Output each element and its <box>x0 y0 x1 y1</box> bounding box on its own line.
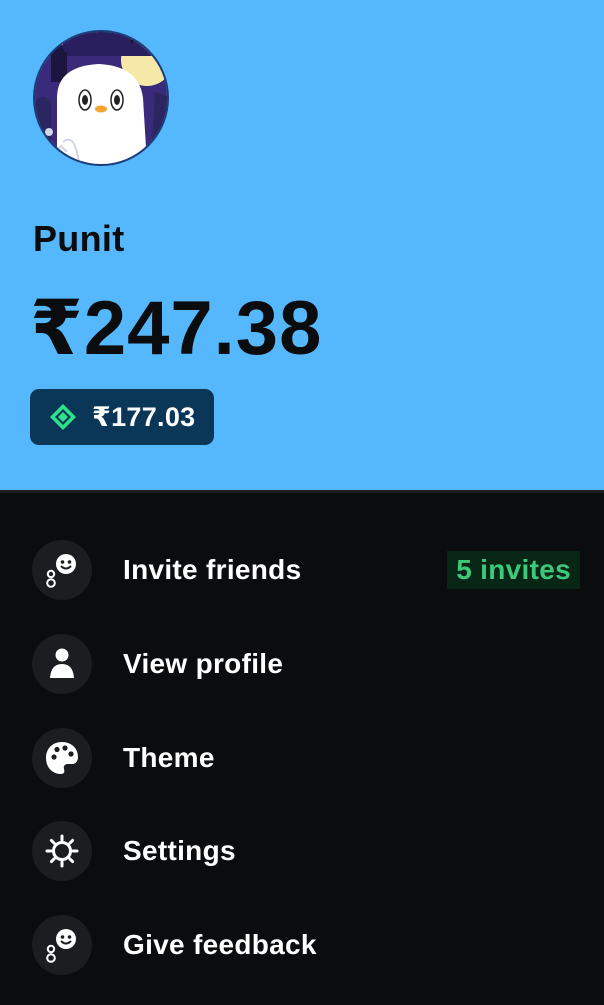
gear-icon <box>32 821 92 881</box>
menu-item-view-profile[interactable]: View profile <box>0 626 604 702</box>
menu-item-label: Give feedback <box>123 929 317 960</box>
wallet-balance: ₹247.38 <box>30 286 323 371</box>
menu-item-label: View profile <box>123 648 284 679</box>
username: Punit <box>33 218 125 259</box>
ghost-penguin-avatar-icon <box>35 32 167 164</box>
menu-item-invite-friends[interactable]: Invite friends 5 invites <box>0 532 604 608</box>
invites-badge: 5 invites <box>447 551 580 589</box>
avatar[interactable] <box>33 30 169 166</box>
smiley-bubbles-icon <box>32 540 92 600</box>
sub-balance-amount: ₹177.03 <box>92 401 196 432</box>
menu-item-label: Theme <box>123 742 215 773</box>
menu-item-label: Settings <box>123 835 236 866</box>
profile-header: Punit ₹247.38 ₹177.03 <box>0 0 604 490</box>
palette-icon <box>32 728 92 788</box>
divider <box>0 490 604 493</box>
menu-item-label: Invite friends <box>123 554 302 585</box>
green-diamond-icon <box>50 404 76 430</box>
menu-item-settings[interactable]: Settings <box>0 813 604 889</box>
menu-item-give-feedback[interactable]: Give feedback <box>0 907 604 983</box>
smiley-bubbles-icon <box>32 915 92 975</box>
person-icon <box>32 634 92 694</box>
menu-item-theme[interactable]: Theme <box>0 720 604 796</box>
sub-balance-chip[interactable]: ₹177.03 <box>30 389 214 445</box>
